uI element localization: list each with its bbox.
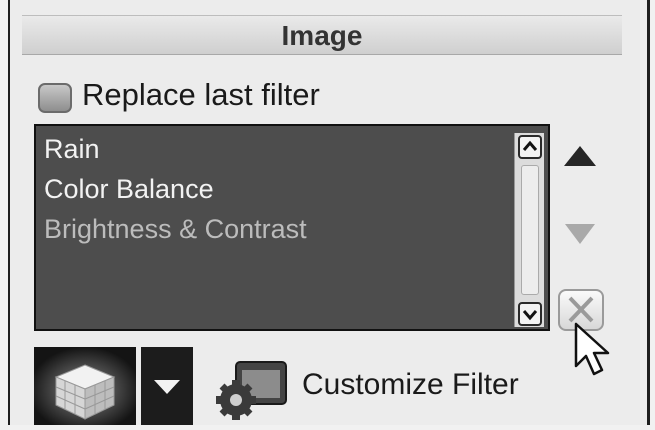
chevron-up-icon [522, 140, 538, 151]
move-filter-down-button[interactable] [560, 213, 600, 253]
customize-filter-icon-button[interactable] [216, 360, 290, 420]
customize-filter-label[interactable]: Customize Filter [302, 368, 519, 402]
panel-header: Image [22, 15, 622, 55]
scroll-up-button[interactable] [518, 135, 542, 159]
triangle-down-icon [565, 224, 595, 244]
filter-preview-button[interactable] [34, 347, 136, 425]
gear-window-icon [216, 361, 287, 420]
mouse-pointer-icon [572, 322, 618, 378]
filter-dropdown-button[interactable] [141, 347, 193, 425]
triangle-up-icon [564, 146, 596, 166]
filter-list[interactable]: Rain Color Balance Brightness & Contrast [34, 124, 550, 331]
cube-icon [34, 347, 136, 425]
replace-last-filter-checkbox[interactable] [38, 83, 72, 113]
caret-down-icon [154, 380, 180, 394]
chevron-down-icon [522, 310, 538, 321]
scroll-down-button[interactable] [518, 302, 542, 326]
panel-title: Image [281, 20, 363, 51]
replace-last-filter-label[interactable]: Replace last filter [82, 77, 320, 113]
filter-list-item-color-balance[interactable]: Color Balance [44, 174, 214, 205]
filter-list-item-brightness-contrast[interactable]: Brightness & Contrast [44, 214, 307, 245]
scroll-thumb[interactable] [521, 165, 539, 295]
move-filter-up-button[interactable] [560, 136, 600, 176]
filter-list-item-rain[interactable]: Rain [44, 134, 100, 165]
